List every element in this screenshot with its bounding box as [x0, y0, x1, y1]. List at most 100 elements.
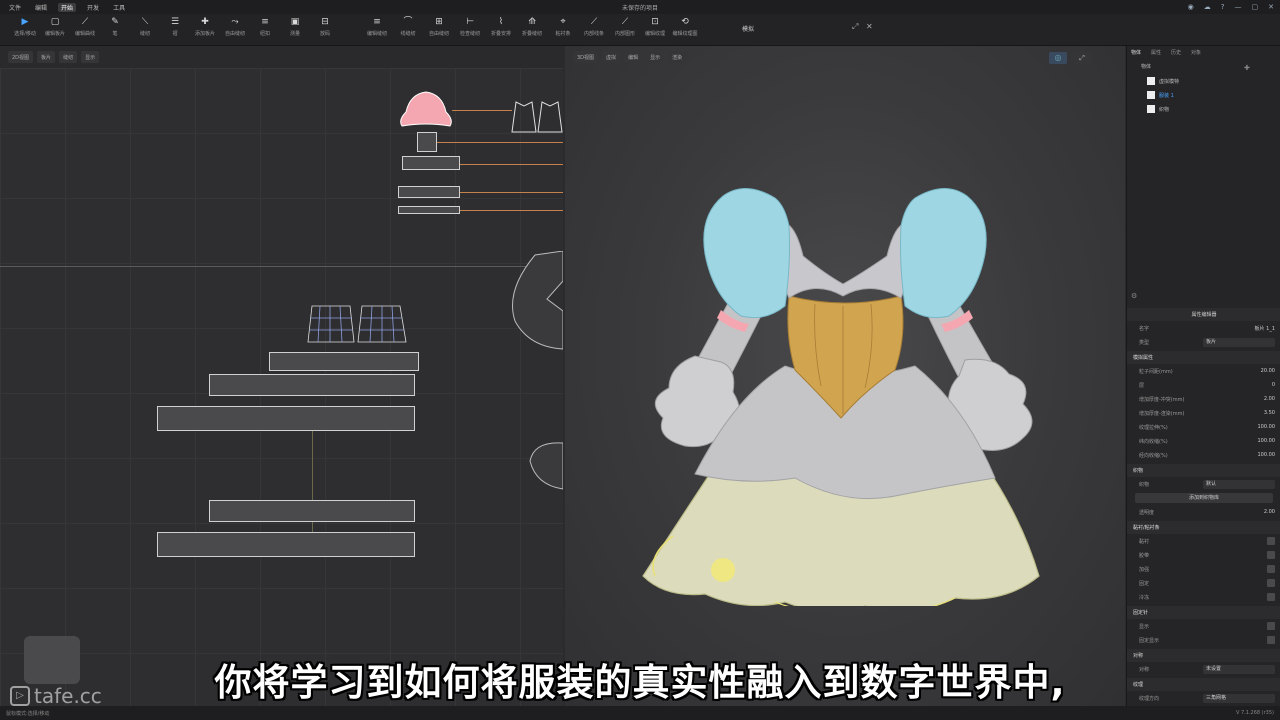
object-list-item[interactable]: 织物	[1127, 102, 1280, 116]
skirt-strip-1[interactable]	[269, 352, 419, 371]
attach-section[interactable]: 黏衬/粘衬条	[1127, 521, 1280, 534]
sim-property-value[interactable]: 100.00	[1258, 438, 1276, 444]
attach-checkbox[interactable]	[1267, 593, 1275, 601]
fabric-select[interactable]: 默认	[1203, 479, 1275, 489]
name-value[interactable]: 板片 1_1	[1255, 325, 1275, 332]
left-tool-button[interactable]: ⟍ 缝纫	[130, 17, 160, 43]
view-option-button[interactable]: 编辑	[624, 51, 643, 63]
skirt-strip-3[interactable]	[157, 406, 415, 431]
bodice-pieces[interactable]	[510, 98, 563, 134]
visibility-icon[interactable]	[1147, 91, 1155, 99]
skirt-circle-piece[interactable]	[505, 251, 563, 351]
sew-checkbox[interactable]	[1267, 636, 1275, 644]
view-option-button[interactable]: 缝纫	[59, 51, 78, 63]
skirt-strip-4[interactable]	[209, 500, 415, 522]
2d-pattern-window[interactable]: 2D视图 板片 缝纫 显示	[0, 46, 563, 706]
property-tab[interactable]: 历史	[1171, 49, 1181, 56]
attach-checkbox[interactable]	[1267, 551, 1275, 559]
sim-property-value[interactable]: 3.50	[1264, 410, 1275, 416]
view-option-button[interactable]: 板片	[37, 51, 56, 63]
mid-tool-label: 折叠安排	[490, 31, 511, 37]
sew-section[interactable]: 固定针	[1127, 606, 1280, 619]
view-option-button[interactable]: 显示	[81, 51, 100, 63]
close-icon[interactable]: ✕	[1268, 3, 1274, 11]
sim-property-value[interactable]: 0	[1272, 382, 1275, 388]
mid-tool-button[interactable]: ⌖ 粘衬条	[548, 17, 578, 43]
property-tab[interactable]: 对象	[1191, 49, 1201, 56]
sleeve-piece-pink[interactable]	[398, 90, 454, 130]
sew-checkbox[interactable]	[1267, 622, 1275, 630]
band-piece-2[interactable]	[398, 186, 460, 198]
mid-tool-button[interactable]: ⟋ 内部图形	[610, 17, 640, 43]
band-piece-1[interactable]	[402, 156, 460, 170]
left-tool-button[interactable]: ▣ 测量	[280, 17, 310, 43]
sim-property-value[interactable]: 20.00	[1261, 368, 1275, 374]
mid-tool-button[interactable]: ⊢ 检查缝纫	[455, 17, 485, 43]
fabric-section[interactable]: 织物	[1127, 464, 1280, 477]
type-select[interactable]: 板片	[1203, 337, 1275, 347]
sim-section[interactable]: 模拟属性	[1127, 351, 1280, 364]
left-tool-button[interactable]: ✚ 添加板片	[190, 17, 220, 43]
menu-item[interactable]: 工具	[110, 3, 128, 12]
3d-dress-model[interactable]	[625, 156, 1065, 606]
view-mode-icon[interactable]: ⤢	[1073, 52, 1091, 64]
mid-tool-button[interactable]: ⌒ 线缝纫	[393, 17, 423, 43]
user-icon[interactable]: ◉	[1188, 3, 1194, 11]
right-tool-button[interactable]: ⟲ 编辑纹理图	[670, 17, 700, 43]
attach-checkbox[interactable]	[1267, 579, 1275, 587]
help-icon[interactable]: ?	[1221, 3, 1225, 11]
menu-item[interactable]: 开始	[58, 2, 77, 12]
settings-icon[interactable]: ⚙	[1131, 292, 1137, 300]
right-tool-button[interactable]: ⊡ 编辑纹理	[640, 17, 670, 43]
menu-item[interactable]: 文件	[6, 3, 24, 12]
view-option-button[interactable]: 2D视图	[8, 51, 34, 63]
cloud-icon[interactable]: ☁	[1204, 3, 1211, 11]
visibility-icon[interactable]	[1147, 77, 1155, 85]
left-tool-button[interactable]: ✎ 笔	[100, 17, 130, 43]
view-option-button[interactable]: 虚拟	[602, 51, 621, 63]
attach-checkbox[interactable]	[1267, 537, 1275, 545]
property-tab[interactable]: 物体	[1131, 49, 1141, 56]
object-list-item[interactable]: 虚拟模特	[1127, 74, 1280, 88]
maximize-icon[interactable]: ▢	[1252, 3, 1259, 11]
skirt-strip-5[interactable]	[157, 532, 415, 557]
left-tool-button[interactable]: ⤳ 自由缝纫	[220, 17, 250, 43]
sim-property-value[interactable]: 2.00	[1264, 396, 1275, 402]
object-list-item[interactable]: 服装 1	[1127, 88, 1280, 102]
expand-icon[interactable]: ⤢	[852, 22, 858, 32]
mid-tool-button[interactable]: ⊞ 自由缝纫	[424, 17, 454, 43]
left-tool-button[interactable]: ⊟ 放码	[310, 17, 340, 43]
menu-item[interactable]: 开发	[84, 3, 102, 12]
view-option-button[interactable]: 渲染	[668, 51, 687, 63]
fabric-row-value[interactable]: 2.00	[1264, 509, 1275, 515]
mid-tool-button[interactable]: ⟰ 折叠缝纫	[517, 17, 547, 43]
left-tool-button[interactable]: ≡ 纽扣	[250, 17, 280, 43]
skirt-arc-piece[interactable]	[528, 441, 563, 491]
view-option-button[interactable]: 显示	[646, 51, 665, 63]
skirt-strip-2[interactable]	[209, 374, 415, 396]
camera-icon[interactable]: ◎	[1049, 52, 1067, 64]
mid-tool-button[interactable]: ⟋ 内部线条	[579, 17, 609, 43]
close-panel-icon[interactable]: ✕	[866, 22, 873, 31]
menu-item[interactable]: 编辑	[32, 3, 50, 12]
mid-tool-button[interactable]: ⌇ 折叠安排	[486, 17, 516, 43]
add-icon[interactable]: ✚	[1244, 64, 1250, 72]
3d-garment-window[interactable]: 3D视图 虚拟 编辑 显示 渲染 ◎ ⤢	[565, 46, 1125, 706]
view-option-button[interactable]: 3D视图	[573, 51, 599, 63]
left-tool-button[interactable]: ▢ 编辑板片	[40, 17, 70, 43]
cuff-piece[interactable]	[417, 132, 437, 152]
attach-checkbox[interactable]	[1267, 565, 1275, 573]
left-tool-button[interactable]: ⟋ 编辑曲线	[70, 17, 100, 43]
mid-tool-button[interactable]: ≡ 编辑缝纫	[362, 17, 392, 43]
sim-property-value[interactable]: 100.00	[1258, 452, 1276, 458]
left-tool-button[interactable]: ☰ 褶	[160, 17, 190, 43]
corset-panels[interactable]	[306, 304, 410, 346]
left-tool-button[interactable]: ▶ 选择/移动	[10, 17, 40, 43]
band-piece-3[interactable]	[398, 206, 460, 214]
minimize-icon[interactable]: —	[1235, 3, 1242, 11]
visibility-icon[interactable]	[1147, 105, 1155, 113]
add-fabric-button[interactable]: 添加到织物库	[1135, 493, 1273, 503]
simulate-button[interactable]: 模拟	[742, 24, 754, 33]
property-tab[interactable]: 属性	[1151, 49, 1161, 56]
sim-property-value[interactable]: 100.00	[1258, 424, 1276, 430]
